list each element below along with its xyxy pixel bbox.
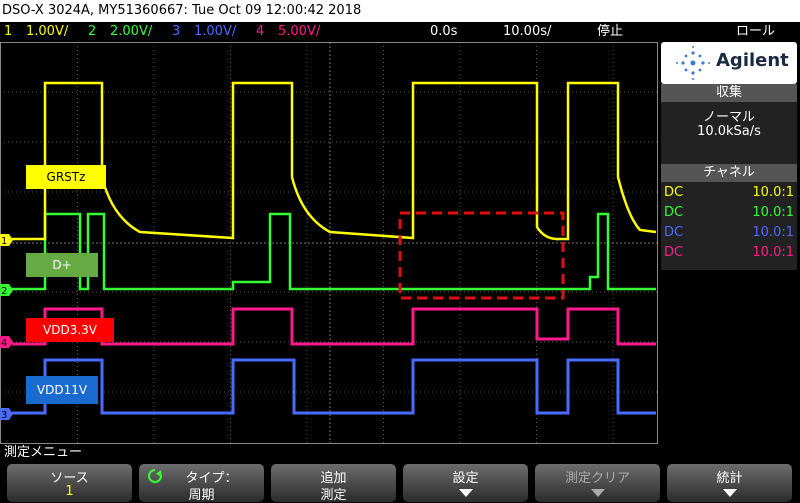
svg-text:4: 4 [1, 338, 7, 349]
waveform-display[interactable]: 1 2 4 3 [0, 42, 658, 444]
ch3-probe: 10.0:1 [752, 225, 794, 240]
trace-ch2-dplus [12, 212, 656, 291]
horizontal-delay[interactable]: 0.0s [430, 22, 457, 42]
acquisition-mode: ノーマル [702, 110, 755, 125]
channel-row-4: DC 10.0:1 [664, 243, 794, 263]
submenu-arrow-icon [591, 489, 605, 497]
ch3-ground-marker[interactable]: 3 [0, 408, 13, 421]
ch4-number[interactable]: 4 [256, 22, 264, 42]
label-vdd33: VDD3.3V [26, 318, 114, 342]
sample-rate: 10.0kSa/s [697, 124, 761, 139]
brand-name: Agilent [716, 50, 789, 71]
ch2-scale[interactable]: 2.00V/ [110, 22, 152, 42]
svg-text:2: 2 [1, 286, 7, 297]
softkey-settings-label: 設定 [452, 471, 479, 486]
status-bar: 1 1.00V/ 2 2.00V/ 3 1.00V/ 4 5.00V/ 0.0s… [0, 22, 800, 42]
title-bar: DSO-X 3024A, MY51360667: Tue Oct 09 12:0… [0, 0, 800, 22]
softkey-clear-measurements[interactable]: 測定クリア [535, 464, 660, 502]
softkey-type[interactable]: タイプ： 周期 [139, 464, 264, 503]
submenu-arrow-icon [723, 489, 737, 497]
ch4-coupling: DC [664, 245, 684, 260]
softkey-statistics-label: 統計 [716, 471, 743, 486]
softkey-bar: ソース 1 タイプ： 周期 追加 測定 設定 測定クリア 統計 [0, 462, 800, 503]
channel-row-1: DC 10.0:1 [664, 183, 794, 203]
trace-ch3-vdd11 [12, 358, 656, 415]
ch3-number[interactable]: 3 [172, 22, 180, 42]
ch1-number[interactable]: 1 [4, 22, 12, 42]
softkey-source[interactable]: ソース 1 [7, 464, 132, 502]
ch4-ground-marker[interactable]: 4 [0, 336, 13, 349]
label-grstz: GRSTz [26, 165, 106, 189]
ch3-scale[interactable]: 1.00V/ [194, 22, 236, 42]
submenu-arrow-icon [459, 489, 473, 497]
ch2-ground-marker[interactable]: 2 [0, 284, 13, 297]
channel-row-2: DC 10.0:1 [664, 203, 794, 223]
agilent-spark-icon [676, 46, 710, 80]
acquisition-body: ノーマル 10.0kSa/s [661, 102, 797, 164]
ch4-probe: 10.0:1 [752, 245, 794, 260]
label-dplus: D+ [26, 253, 98, 277]
ch1-coupling: DC [664, 185, 684, 200]
softkey-add-line2: 測定 [320, 488, 347, 503]
softkey-type-value: 周期 [188, 488, 215, 503]
ch1-probe: 10.0:1 [752, 185, 794, 200]
ch2-probe: 10.0:1 [752, 205, 794, 220]
ch2-coupling: DC [664, 205, 684, 220]
brand-logo: Agilent [661, 42, 797, 84]
softkey-clear-label: 測定クリア [564, 471, 630, 486]
ch3-coupling: DC [664, 225, 684, 240]
label-vdd11: VDD11V [26, 376, 98, 404]
ch4-scale[interactable]: 5.00V/ [278, 22, 320, 42]
channel-row-3: DC 10.0:1 [664, 223, 794, 243]
svg-text:1: 1 [1, 236, 7, 247]
timebase[interactable]: 10.00s/ [503, 22, 551, 42]
side-panel: Agilent 収集 ノーマル 10.0kSa/s チャネル DC 10.0:1… [658, 42, 800, 444]
menu-title: 測定メニュー [0, 444, 800, 462]
trace-ch1-grstz [12, 81, 657, 241]
run-state: 停止 [597, 24, 624, 39]
acquisition-header: 収集 [661, 84, 797, 102]
softkey-source-value: 1 [65, 484, 74, 499]
softkey-settings[interactable]: 設定 [403, 464, 528, 502]
channels-header: チャネル [661, 164, 797, 182]
acquire-mode-roll: ロール [736, 24, 776, 39]
ch1-scale[interactable]: 1.00V/ [26, 22, 68, 42]
softkey-add-measurement[interactable]: 追加 測定 [271, 464, 396, 503]
highlight-box [398, 211, 565, 300]
softkey-statistics[interactable]: 統計 [667, 464, 792, 502]
svg-text:3: 3 [1, 410, 7, 421]
instrument-title: DSO-X 3024A, MY51360667: Tue Oct 09 12:0… [2, 3, 362, 18]
ch1-ground-marker[interactable]: 1 [0, 234, 13, 247]
ch2-number[interactable]: 2 [88, 22, 96, 42]
